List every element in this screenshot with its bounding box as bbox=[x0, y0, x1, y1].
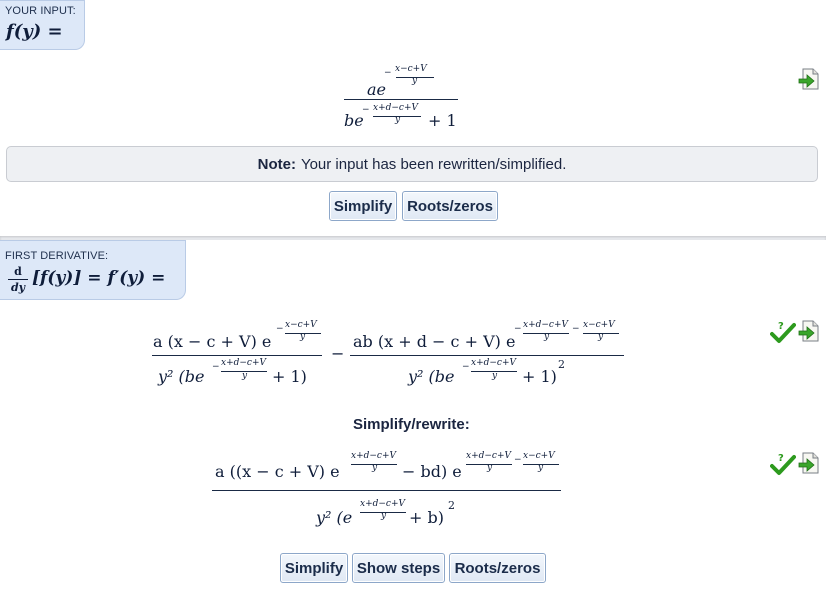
term2-den-power: 2 bbox=[558, 358, 565, 371]
operator-bar bbox=[8, 279, 28, 280]
input-den-exp: x+d−c+V bbox=[373, 103, 418, 113]
operator-dy: dy bbox=[10, 281, 26, 294]
term2-den-exp-minus: − bbox=[462, 362, 470, 372]
term2-num-exp-a: x+d−c+V bbox=[523, 320, 568, 330]
term2-num-exp-minus: − bbox=[514, 324, 522, 334]
simplify-button[interactable]: Simplify bbox=[280, 553, 348, 583]
input-den-exp-minus: − bbox=[362, 105, 370, 115]
term1-den-exp-den: y bbox=[242, 371, 248, 381]
term1-main-bar bbox=[152, 355, 322, 357]
term2-den-tail: + 1) bbox=[522, 367, 557, 386]
roots-zeros-button[interactable]: Roots/zeros bbox=[402, 191, 498, 221]
input-den-exp-den: y bbox=[395, 115, 401, 125]
simplified-den-a: y² (e bbox=[316, 508, 353, 527]
term2-den-y: y² (be bbox=[408, 367, 455, 386]
term1-num-exp-den: y bbox=[300, 332, 306, 342]
term1-den-exp-minus: − bbox=[212, 362, 220, 372]
svg-text:?: ? bbox=[778, 321, 784, 332]
simplified-num-mid: − bd) e bbox=[402, 462, 462, 481]
note-text: Your input has been rewritten/simplified… bbox=[300, 155, 567, 173]
simplified-den-exp: x+d−c+V bbox=[360, 499, 405, 509]
input-main-bar bbox=[344, 99, 458, 101]
derivative-operator: d dy bbox=[6, 265, 30, 294]
term2-num-exp-b: x−c+V bbox=[583, 320, 615, 330]
simplified-num-exp1: x+d−c+V bbox=[351, 451, 396, 461]
simplified-num-exp2-minus: − bbox=[514, 455, 522, 465]
simplified-den-tail: + b) bbox=[409, 508, 444, 527]
simplified-den-power: 2 bbox=[448, 499, 455, 512]
input-caption: YOUR INPUT: bbox=[5, 5, 76, 17]
term2-main-bar bbox=[350, 355, 624, 357]
input-den-tail: + 1 bbox=[428, 111, 457, 130]
simplify-rewrite-heading: Simplify/rewrite: bbox=[353, 416, 470, 433]
input-num-exp: x−c+V bbox=[395, 64, 427, 74]
input-expression: ae − x−c+V y be − x+d−c+V y + 1 bbox=[340, 60, 460, 135]
term1-num-exp: x−c+V bbox=[285, 320, 317, 330]
export-icon[interactable] bbox=[798, 68, 820, 95]
check-icon[interactable]: ? bbox=[770, 320, 796, 349]
simplified-num-a: a ((x − c + V) e bbox=[215, 462, 340, 481]
svg-text:?: ? bbox=[778, 453, 784, 464]
input-den-coef: be bbox=[344, 111, 364, 130]
simplified-num-exp1-den: y bbox=[372, 463, 378, 473]
derivative-term-1: a (x − c + V) e − x−c+V y y² (be − x+d−c… bbox=[150, 318, 325, 398]
derivative-term-2: ab (x + d − c + V) e − x+d−c+V y − x−c+V… bbox=[350, 318, 630, 398]
input-tag: YOUR INPUT: f(y) = bbox=[0, 0, 85, 50]
simplified-main-bar bbox=[212, 490, 561, 492]
operator-d: d bbox=[14, 265, 22, 278]
export-icon[interactable] bbox=[798, 452, 820, 479]
term1-numerator: a (x − c + V) e bbox=[153, 332, 272, 351]
input-num-exp-den: y bbox=[412, 76, 418, 86]
simplified-num-exp2a-den: y bbox=[487, 463, 493, 473]
input-panel: YOUR INPUT: f(y) = ae − x−c+V y be − x+d… bbox=[0, 0, 826, 236]
term2-den-exp-den: y bbox=[492, 371, 498, 381]
simplified-num-exp2a: x+d−c+V bbox=[466, 451, 511, 461]
term1-den-tail: + 1) bbox=[272, 367, 307, 386]
term1-den-exp: x+d−c+V bbox=[221, 358, 266, 368]
input-num-exp-minus: − bbox=[384, 68, 392, 78]
simplified-expression: a ((x − c + V) e x+d−c+V y − bd) e x+d−c… bbox=[212, 448, 567, 540]
simplified-den-exp-den: y bbox=[381, 511, 387, 521]
derivative-tag: FIRST DERIVATIVE: d dy [f(y)] = f′(y) = bbox=[0, 240, 186, 300]
export-icon[interactable] bbox=[798, 320, 820, 347]
show-steps-button[interactable]: Show steps bbox=[352, 553, 445, 583]
derivative-caption: FIRST DERIVATIVE: bbox=[5, 250, 109, 262]
input-function-label: f(y) = bbox=[6, 21, 63, 42]
rewrite-note: Note: Your input has been rewritten/simp… bbox=[6, 146, 818, 182]
term2-num-exp-b-den: y bbox=[598, 332, 604, 342]
derivative-label: [f(y)] = f′(y) = bbox=[32, 268, 166, 288]
roots-zeros-button[interactable]: Roots/zeros bbox=[449, 553, 546, 583]
simplified-num-exp2b: x−c+V bbox=[523, 451, 555, 461]
simplify-button[interactable]: Simplify bbox=[329, 191, 397, 221]
derivative-panel: FIRST DERIVATIVE: d dy [f(y)] = f′(y) = … bbox=[0, 240, 826, 598]
simplified-num-exp2b-den: y bbox=[538, 463, 544, 473]
term2-numerator: ab (x + d − c + V) e bbox=[353, 332, 516, 351]
note-label: Note: bbox=[257, 155, 296, 173]
term2-den-exp: x+d−c+V bbox=[471, 358, 516, 368]
term1-num-exp-minus: − bbox=[276, 324, 284, 334]
term1-den-y: y² (be bbox=[158, 367, 205, 386]
terms-minus: − bbox=[331, 344, 345, 363]
check-icon[interactable]: ? bbox=[770, 452, 796, 481]
term2-num-exp-minus-2: − bbox=[572, 324, 580, 334]
input-num-coef: ae bbox=[367, 80, 387, 99]
term2-num-exp-a-den: y bbox=[544, 332, 550, 342]
